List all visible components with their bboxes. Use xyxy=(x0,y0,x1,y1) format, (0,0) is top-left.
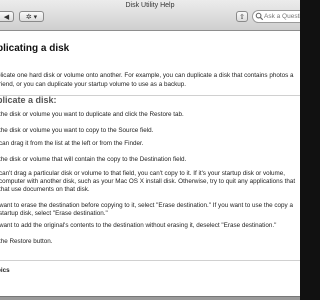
step-1-text: the disk or volume you want to duplicate… xyxy=(0,111,184,118)
step-2-text: the disk or volume you want to copy to t… xyxy=(0,127,154,134)
divider xyxy=(0,260,300,261)
related-topics-heading: pics xyxy=(0,267,10,274)
search-input[interactable] xyxy=(264,11,300,22)
section-heading: plicate a disk: xyxy=(0,95,57,105)
search-icon xyxy=(255,12,264,21)
window-title: Disk Utility Help xyxy=(125,2,175,9)
share-button[interactable]: ⇧ xyxy=(236,11,248,22)
step-4-text-line-2: startup disk, select "Erase destination.… xyxy=(0,210,108,217)
step-2-note: can drag it from the list at the left or… xyxy=(0,140,144,147)
help-viewer-window: Disk Utility Help ◀ ✲ ▾ ⇧ plicating a di… xyxy=(0,0,300,300)
back-button[interactable]: ◀ xyxy=(0,11,14,22)
step-4-alt-text: want to add the original's contents to t… xyxy=(0,222,277,229)
help-content: plicating a disk plicate one hard disk o… xyxy=(0,31,300,300)
window-bottom-edge xyxy=(0,296,300,300)
page-title: plicating a disk xyxy=(0,43,70,54)
gear-icon: ✲ ▾ xyxy=(25,14,38,21)
search-field[interactable] xyxy=(252,10,300,23)
title-bar: Disk Utility Help ◀ ✲ ▾ ⇧ xyxy=(0,0,300,31)
step-3-note-line-3: that use documents on that disk. xyxy=(0,186,90,193)
intro-line-1: plicate one hard disk or volume onto ano… xyxy=(0,72,294,79)
back-arrow-icon: ◀ xyxy=(3,14,10,21)
intro-line-2: friend, or you can duplicate your startu… xyxy=(0,81,187,88)
share-icon: ⇧ xyxy=(239,14,245,21)
step-3-text: the disk or volume that will contain the… xyxy=(0,156,187,163)
step-5-text: the Restore button. xyxy=(0,238,53,245)
action-menu-button[interactable]: ✲ ▾ xyxy=(19,11,44,22)
